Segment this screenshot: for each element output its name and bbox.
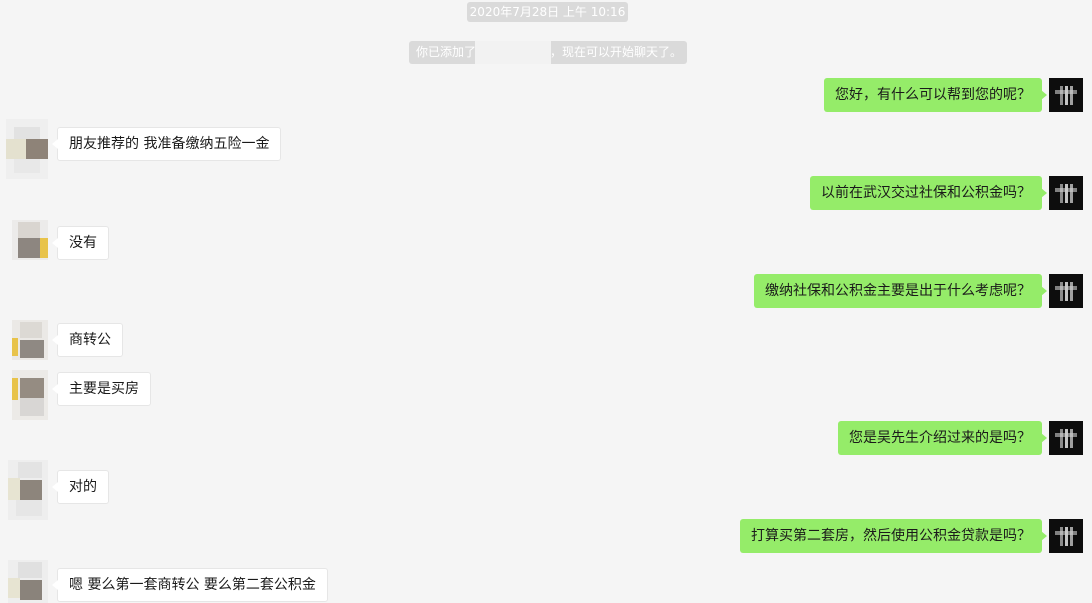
avatar-blur-block [8, 478, 20, 500]
contact-avatar[interactable] [8, 460, 48, 520]
avatar-blur-block [20, 340, 44, 358]
avatar-blur-block [18, 462, 42, 478]
avatar-blur-block [20, 378, 44, 398]
message-bubble-self[interactable]: 您好，有什么可以帮到您的呢？ [824, 78, 1047, 112]
avatar-image [1060, 86, 1076, 105]
contact-avatar[interactable] [12, 320, 48, 360]
chat-message-area[interactable]: 2020年7月28日 上午 10:16 你已添加了 ，现在可以开始聊天了。 您好… [0, 0, 1092, 603]
avatar-blur-block [12, 378, 18, 400]
friend-added-notice: 你已添加了 ，现在可以开始聊天了。 [409, 41, 687, 64]
avatar-blur-block [8, 578, 20, 598]
message-bubble-self[interactable]: 打算买第二套房，然后使用公积金贷款是吗？ [740, 519, 1047, 553]
self-avatar[interactable] [1049, 421, 1083, 455]
avatar-blur-block [12, 338, 18, 356]
avatar-blur-block [40, 238, 48, 258]
message-bubble-contact[interactable]: 没有 [52, 226, 109, 260]
self-avatar[interactable] [1049, 519, 1083, 553]
message-bubble-self[interactable]: 缴纳社保和公积金主要是出于什么考虑呢？ [754, 274, 1047, 308]
message-bubble-contact[interactable]: 对的 [52, 470, 109, 504]
friend-added-suffix: ，现在可以开始聊天了。 [550, 45, 683, 59]
avatar-image-detail [1055, 531, 1077, 535]
message-bubble-contact[interactable]: 主要是买房 [52, 372, 151, 406]
contact-avatar[interactable] [6, 119, 48, 179]
avatar-image-detail [1055, 286, 1077, 290]
avatar-blur-block [14, 159, 40, 173]
self-avatar[interactable] [1049, 274, 1083, 308]
avatar-image-detail [1055, 188, 1077, 192]
message-bubble-self[interactable]: 您是吴先生介绍过来的是吗？ [838, 421, 1047, 455]
avatar-image [1060, 429, 1076, 448]
avatar-image [1060, 184, 1076, 203]
message-bubble-contact[interactable]: 嗯 要么第一套商转公 要么第二套公积金 [52, 568, 328, 602]
avatar-blur-block [18, 562, 42, 578]
self-avatar[interactable] [1049, 78, 1083, 112]
avatar-blur-block [20, 480, 42, 500]
message-bubble-contact[interactable]: 商转公 [52, 323, 123, 357]
avatar-blur-block [20, 580, 42, 600]
avatar-blur-block [18, 238, 40, 258]
avatar-image-detail [1055, 433, 1077, 437]
avatar-blur-block [20, 398, 44, 416]
avatar-blur-block [6, 139, 26, 159]
avatar-image [1060, 282, 1076, 301]
message-bubble-contact[interactable]: 朋友推荐的 我准备缴纳五险一金 [51, 127, 282, 161]
contact-avatar[interactable] [12, 220, 48, 260]
avatar-blur-block [16, 500, 42, 516]
avatar-image-detail [1055, 90, 1077, 94]
friend-added-prefix: 你已添加了 [416, 45, 477, 59]
redacted-contact-name [475, 41, 551, 64]
avatar-blur-block [18, 222, 40, 238]
timestamp-label: 2020年7月28日 上午 10:16 [467, 2, 628, 22]
contact-avatar[interactable] [12, 370, 48, 420]
contact-avatar[interactable] [8, 560, 48, 603]
self-avatar[interactable] [1049, 176, 1083, 210]
avatar-blur-block [14, 127, 40, 139]
message-bubble-self[interactable]: 以前在武汉交过社保和公积金吗？ [810, 176, 1047, 210]
avatar-image [1060, 527, 1076, 546]
avatar-blur-block [20, 322, 42, 338]
avatar-blur-block [26, 139, 48, 159]
